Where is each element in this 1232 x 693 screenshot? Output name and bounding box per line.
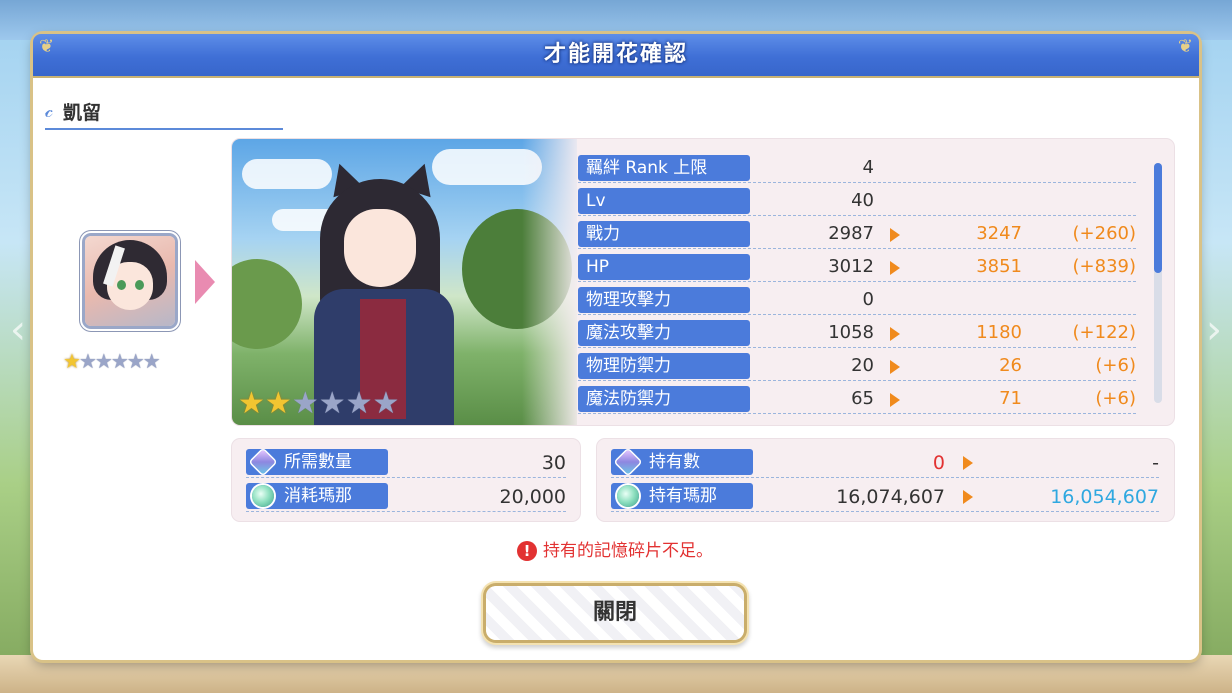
talent-bloom-dialog: ❦ ❦ 才能開花確認 𝒸 凱留 ★★★★★★ ★★★★★★ 羈絆 Rank 上限… [33,34,1199,660]
owned-mana-label: 持有瑪那 [611,483,753,509]
character-art: ★★★★★★ [232,139,577,425]
stat-diff-value: (+839) [1072,256,1136,277]
insufficient-warning: ! 持有的記憶碎片不足。 [517,539,713,563]
required-cost-box: 所需數量 30 消耗瑪那 20,000 [232,439,580,521]
stat-label: 魔法攻擊力 [578,320,750,346]
stat-label: 羈絆 Rank 上限 [578,155,750,181]
owned-count-row: 持有數 0 - [611,449,1159,478]
mana-cost-value: 20,000 [499,486,566,508]
stat-label: 物理防禦力 [578,353,750,379]
stat-new-value: 3851 [976,256,1022,277]
warning-text: 持有的記憶碎片不足。 [543,541,713,561]
stat-new-value: 26 [999,355,1022,376]
background-bottom-nav [0,655,1232,693]
character-name: 凱留 [63,102,102,124]
next-star-rating: ★★★★★★ [238,387,399,421]
required-count-row: 所需數量 30 [246,449,566,478]
stat-row: 物理攻擊力 0 [578,286,1136,315]
required-count-value: 30 [541,452,566,474]
owned-resources-box: 持有數 0 - 持有瑪那 16,074,607 16,054,607 [597,439,1174,521]
stat-current-value: 4 [862,157,874,178]
stat-row: 物理防禦力 20 26 (+6) [578,352,1136,381]
increase-arrow-icon [890,228,900,242]
increase-arrow-icon [890,360,900,374]
stat-row: 戰力 2987 3247 (+260) [578,220,1136,249]
owned-mana-value: 16,074,607 [836,486,945,508]
star-empty-icon: ★ [318,386,346,421]
character-name-header: 𝒸 凱留 [45,94,283,130]
star-empty-icon: ★ [345,386,373,421]
stat-current-value: 0 [862,289,874,310]
stat-diff-value: (+6) [1095,355,1136,376]
stat-current-value: 3012 [828,256,874,277]
character-portrait [85,236,175,326]
memory-piece-icon [615,449,641,475]
owned-count-value: 0 [932,452,945,474]
increase-arrow-icon [890,327,900,341]
star-empty-icon: ★ [142,349,161,373]
mana-cost-row: 消耗瑪那 20,000 [246,483,566,512]
stat-label: Lv [578,188,750,214]
stat-row: 魔法防禦力 65 71 (+6) [578,385,1136,414]
mana-icon [252,485,274,507]
increase-arrow-icon [890,393,900,407]
stat-current-value: 40 [851,190,874,211]
current-star-rating: ★★★★★★ [63,350,203,372]
stat-diff-value: (+260) [1072,223,1136,244]
memory-piece-icon [250,449,276,475]
owned-count-after: - [1152,452,1159,474]
upgrade-preview-panel: ★★★★★★ 羈絆 Rank 上限 4 Lv 40 戰力 2987 3247 (… [232,139,1174,425]
stat-new-value: 3247 [976,223,1022,244]
stat-diff-value: (+6) [1095,388,1136,409]
stat-current-value: 65 [851,388,874,409]
owned-count-label: 持有數 [611,449,753,475]
stat-label: 戰力 [578,221,750,247]
change-arrow-icon [963,490,973,504]
stat-diff-value: (+122) [1072,322,1136,343]
owned-mana-row: 持有瑪那 16,074,607 16,054,607 [611,483,1159,512]
close-button[interactable]: 關閉 [486,586,744,640]
stat-label: HP [578,254,750,280]
stat-row: 魔法攻擊力 1058 1180 (+122) [578,319,1136,348]
scrollbar-thumb[interactable] [1154,163,1162,273]
name-flourish-icon: 𝒸 [45,98,54,122]
stat-row: 羈絆 Rank 上限 4 [578,154,1136,183]
stat-label: 物理攻擊力 [578,287,750,313]
stat-row: HP 3012 3851 (+839) [578,253,1136,282]
warning-icon: ! [517,541,537,561]
increase-arrow-icon [890,261,900,275]
change-arrow-icon [963,456,973,470]
star-empty-icon: ★ [291,386,319,421]
owned-mana-after: 16,054,607 [1050,486,1159,508]
required-count-label: 所需數量 [246,449,388,475]
stat-new-value: 1180 [976,322,1022,343]
background-left-arrow-icon: ‹ [10,307,26,353]
stat-current-value: 20 [851,355,874,376]
stat-label: 魔法防禦力 [578,386,750,412]
mana-icon [617,485,639,507]
stat-new-value: 71 [999,388,1022,409]
star-empty-icon: ★ [372,386,400,421]
background-right-arrow-icon: › [1206,307,1222,353]
stat-current-value: 1058 [828,322,874,343]
dialog-title: 才能開花確認 [543,42,688,67]
mana-cost-label: 消耗瑪那 [246,483,388,509]
stats-scrollbar[interactable] [1154,163,1162,403]
star-filled-icon: ★ [238,386,265,421]
upgrade-arrow-icon [195,260,215,304]
dialog-header: ❦ ❦ 才能開花確認 [33,34,1199,78]
stat-row: Lv 40 [578,187,1136,216]
stat-current-value: 2987 [828,223,874,244]
stats-list: 羈絆 Rank 上限 4 Lv 40 戰力 2987 3247 (+260) H… [578,154,1138,416]
star-empty-icon: ★ [126,349,145,373]
star-filled-icon: ★ [264,386,292,421]
